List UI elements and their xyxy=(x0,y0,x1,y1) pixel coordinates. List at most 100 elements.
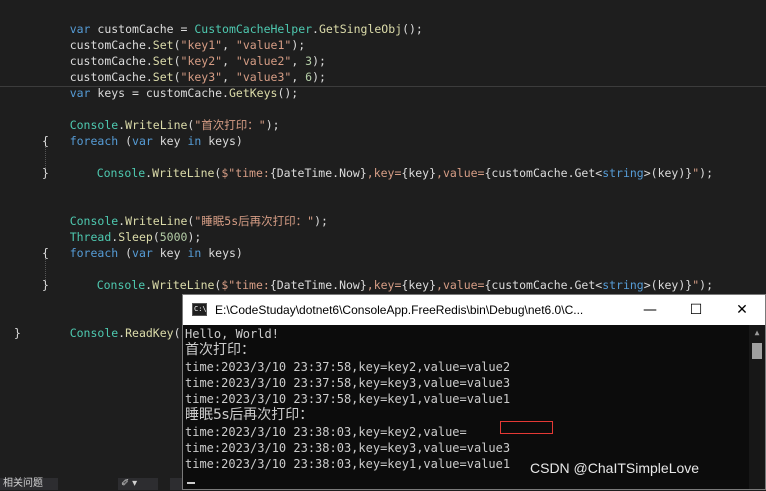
method-token: ReadKey xyxy=(125,326,174,340)
maximize-button[interactable]: ☐ xyxy=(673,295,719,325)
string-token: ,value= xyxy=(436,166,485,180)
code-token: } xyxy=(42,278,49,292)
code-token: {DateTime.Now} xyxy=(269,166,367,180)
code-token: {customCache.Get< xyxy=(484,166,603,180)
scroll-thumb[interactable] xyxy=(752,343,762,359)
console-line: 睡眠5s后再次打印： xyxy=(185,407,314,423)
scroll-up-arrow-icon[interactable]: ▲ xyxy=(749,325,765,341)
console-titlebar[interactable]: C:\ E:\CodeStuday\dotnet6\ConsoleApp.Fre… xyxy=(183,295,765,325)
code-token: { xyxy=(42,246,49,260)
code-token: (); xyxy=(277,86,299,100)
code-token: . xyxy=(312,22,319,36)
code-token: keys) xyxy=(201,246,243,260)
code-line: Console.WriteLine($"time:{DateTime.Now},… xyxy=(69,149,713,180)
code-token: key xyxy=(152,246,188,260)
code-line: var keys = customCache.GetKeys(); xyxy=(42,69,299,100)
code-line: var customCache = CustomCacheHelper.GetS… xyxy=(42,5,423,36)
code-token: ( xyxy=(118,246,133,260)
code-line: { xyxy=(42,133,49,149)
method-token: GetSingleObj xyxy=(318,22,403,36)
console-line: 首次打印： xyxy=(185,342,255,358)
code-line: Console.ReadKey(); xyxy=(42,309,195,340)
string-token: ,key= xyxy=(366,278,402,292)
console-line: time:2023/3/10 23:38:03,key=key1,value=v… xyxy=(185,457,511,471)
code-token: { xyxy=(42,134,49,148)
type-token: Console xyxy=(96,278,146,292)
method-token: WriteLine xyxy=(152,166,215,180)
code-token: ); xyxy=(312,70,326,84)
code-token: ); xyxy=(314,214,328,228)
keyword-token: foreach xyxy=(69,246,119,260)
code-token: >(key)} xyxy=(643,166,693,180)
code-line: Thread.Sleep(5000); xyxy=(42,213,202,244)
tools-dropdown-tab[interactable]: ✐ ▾ xyxy=(118,478,158,490)
string-token: ,key= xyxy=(366,166,402,180)
code-token: >(key)} xyxy=(643,278,693,292)
type-token: Console xyxy=(96,166,146,180)
code-token: ); xyxy=(699,278,713,292)
highlight-box xyxy=(500,421,553,434)
keyword-token: in xyxy=(187,246,202,260)
code-line: foreach (var key in keys) xyxy=(42,229,243,260)
code-line: } xyxy=(42,277,49,293)
code-line: foreach (var key in keys) xyxy=(42,117,243,148)
console-app-icon: C:\ xyxy=(192,303,207,316)
console-line: time:2023/3/10 23:38:03,key=key3,value=v… xyxy=(185,441,511,455)
code-line: customCache.Set("key1", "value1"); xyxy=(42,21,305,52)
console-scrollbar[interactable]: ▲ xyxy=(749,325,765,489)
keyword-token: var xyxy=(132,134,153,148)
code-token: ); xyxy=(699,166,713,180)
code-line: Console.WriteLine($"time:{DateTime.Now},… xyxy=(69,261,713,292)
console-line: time:2023/3/10 23:37:58,key=key2,value=v… xyxy=(185,360,511,374)
console-cursor xyxy=(187,482,195,484)
code-line: } xyxy=(14,325,21,341)
code-token: {DateTime.Now} xyxy=(269,278,367,292)
chevron-down-icon: ▾ xyxy=(132,478,138,489)
console-title: E:\CodeStuday\dotnet6\ConsoleApp.FreeRed… xyxy=(215,303,584,317)
related-issues-tab[interactable]: 相关问题 xyxy=(0,478,58,490)
string-token: $"time: xyxy=(221,278,270,292)
console-line: time:2023/3/10 23:38:03,key=key2,value= xyxy=(185,425,467,439)
code-line: } xyxy=(42,165,49,181)
string-token: ,value= xyxy=(436,278,485,292)
type-token: Console xyxy=(69,326,119,340)
keyword-token: in xyxy=(187,134,202,148)
code-token: {customCache.Get< xyxy=(484,278,603,292)
code-token: } xyxy=(14,326,21,340)
string-token: "睡眠5s后再次打印：" xyxy=(194,214,315,228)
minimize-icon: — xyxy=(643,302,657,318)
console-line: Hello, World! xyxy=(185,327,279,341)
watermark: CSDN @ChaITSimpleLove xyxy=(530,460,700,476)
keyword-token: string xyxy=(602,278,644,292)
console-line: time:2023/3/10 23:37:58,key=key1,value=v… xyxy=(185,392,511,406)
code-line: customCache.Set("key2", "value2", 3); xyxy=(42,37,326,68)
current-line-separator xyxy=(0,86,766,87)
code-token: } xyxy=(42,166,49,180)
close-button[interactable]: ✕ xyxy=(719,295,765,325)
code-line: { xyxy=(42,245,49,261)
code-token: ); xyxy=(265,118,280,132)
code-line: Console.WriteLine("首次打印："); xyxy=(42,101,280,132)
code-token: key xyxy=(152,134,188,148)
keyword-token: foreach xyxy=(69,134,119,148)
brush-icon: ✐ xyxy=(121,478,130,489)
code-token: {key} xyxy=(401,166,437,180)
method-token: GetKeys xyxy=(228,86,278,100)
code-line: Console.WriteLine("睡眠5s后再次打印："); xyxy=(42,197,328,228)
code-token: keys = customCache. xyxy=(90,86,229,100)
keyword-token: var xyxy=(132,246,153,260)
related-issues-label: 相关问题 xyxy=(3,478,43,489)
code-token: ( xyxy=(118,134,133,148)
code-line: customCache.Set("key3", "value3", 6); xyxy=(42,53,326,84)
code-token: (); xyxy=(402,22,423,36)
close-icon: ✕ xyxy=(736,302,748,318)
keyword-token: string xyxy=(602,166,644,180)
code-token: {key} xyxy=(401,278,437,292)
string-token: $"time: xyxy=(221,166,270,180)
console-line: time:2023/3/10 23:37:58,key=key3,value=v… xyxy=(185,376,511,390)
code-token: keys) xyxy=(201,134,243,148)
maximize-icon: ☐ xyxy=(689,302,703,318)
method-token: WriteLine xyxy=(152,278,215,292)
minimize-button[interactable]: — xyxy=(627,295,673,325)
keyword-token: var xyxy=(69,86,91,100)
